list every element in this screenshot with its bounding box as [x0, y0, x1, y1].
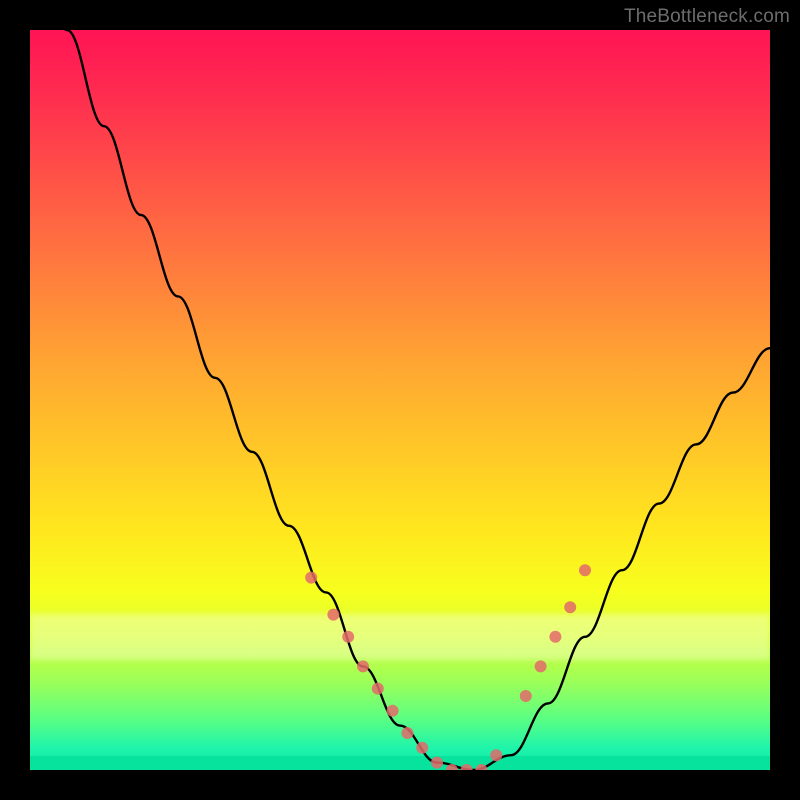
- curve-marker: [401, 727, 413, 739]
- chart-frame: TheBottleneck.com: [0, 0, 800, 800]
- watermark-text: TheBottleneck.com: [624, 6, 790, 28]
- curve-marker: [549, 631, 561, 643]
- curve-svg: [30, 30, 770, 770]
- curve-marker: [357, 660, 369, 672]
- curve-marker: [461, 764, 473, 770]
- curve-marker: [431, 757, 443, 769]
- curve-marker: [490, 749, 502, 761]
- curve-marker: [535, 660, 547, 672]
- curve-marker: [342, 631, 354, 643]
- plot-area: [30, 30, 770, 770]
- curve-marker: [372, 683, 384, 695]
- curve-marker: [579, 564, 591, 576]
- curve-marker: [305, 572, 317, 584]
- curve-marker: [327, 609, 339, 621]
- curve-marker: [416, 742, 428, 754]
- curve-marker: [475, 764, 487, 770]
- curve-marker: [564, 601, 576, 613]
- curve-marker: [520, 690, 532, 702]
- curve-marker: [387, 705, 399, 717]
- marker-group: [305, 564, 591, 770]
- bottleneck-curve-path: [30, 30, 770, 770]
